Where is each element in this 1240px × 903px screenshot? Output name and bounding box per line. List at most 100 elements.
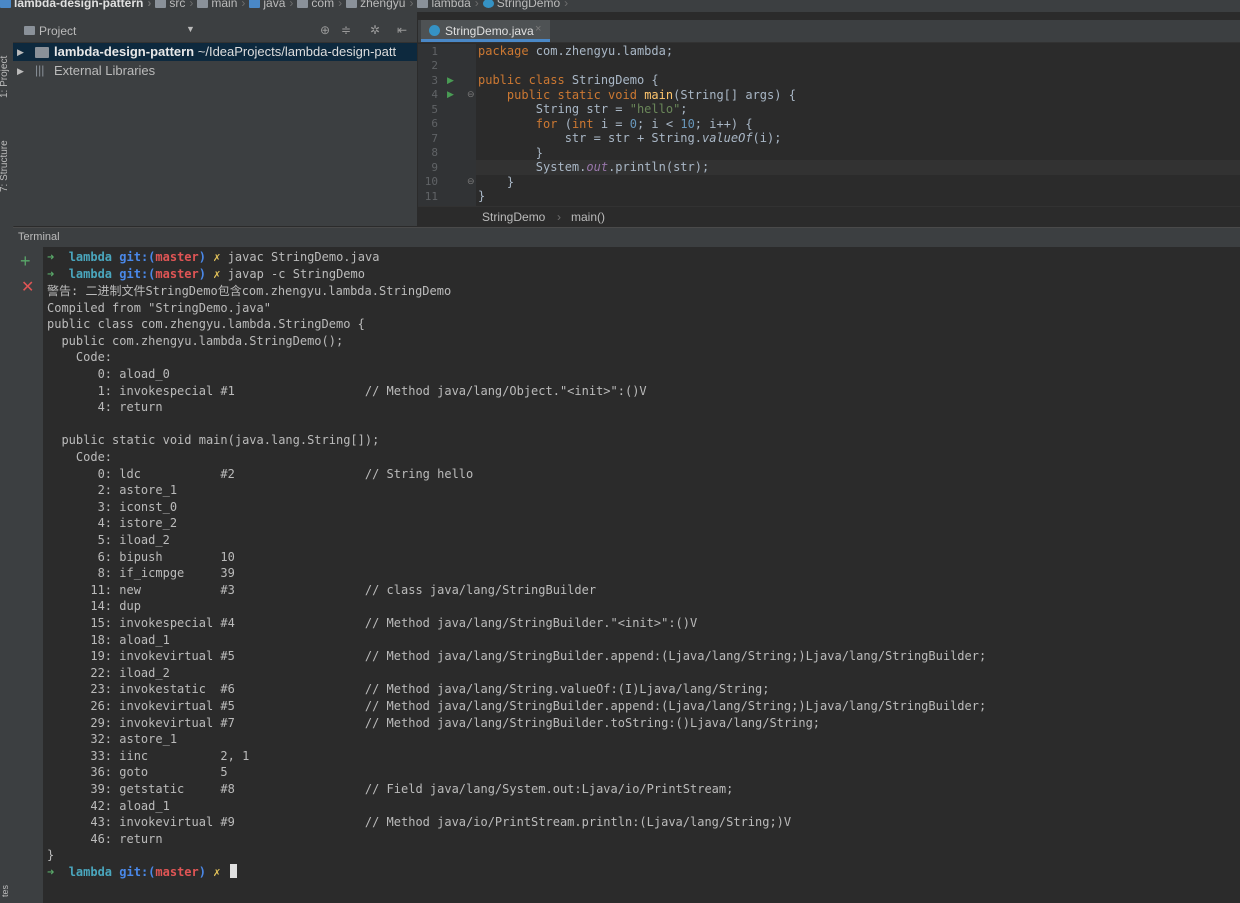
module-icon	[0, 0, 11, 9]
editor-crumb-method[interactable]: main()	[571, 210, 605, 224]
fold-icon[interactable]: ⊖	[467, 176, 475, 187]
breadcrumb-com[interactable]: com ›	[297, 0, 342, 9]
breadcrumb-stringdemo[interactable]: StringDemo ›	[482, 0, 568, 9]
run-icon[interactable]: ▶	[447, 75, 454, 86]
terminal-output-line: 4: istore_2	[47, 516, 178, 530]
code-line: }	[478, 175, 515, 189]
package-icon	[346, 0, 358, 9]
terminal-output-line: 0: aload_0	[47, 367, 170, 381]
chevron-down-icon[interactable]: ▼	[186, 24, 195, 34]
project-panel-header: Project ▼ ⊕ ≑ ✲ ⇤	[13, 20, 417, 43]
terminal-toolbar: + ✕	[13, 247, 43, 903]
terminal-output-line: 29: invokevirtual #7 // Method java/lang…	[47, 716, 821, 730]
terminal-title: Terminal	[18, 231, 60, 243]
expand-arrow-icon[interactable]: ▶	[17, 62, 24, 80]
terminal-output-line: 42: aload_1	[47, 799, 170, 813]
terminal-output-line: Code:	[47, 450, 113, 464]
project-panel: Project ▼ ⊕ ≑ ✲ ⇤ ▶ lambda-design-patter…	[13, 12, 417, 226]
code-line: package com.zhengyu.lambda;	[478, 44, 674, 58]
class-icon	[429, 25, 440, 36]
project-path: ~/IdeaProjects/lambda-design-patt	[197, 44, 397, 59]
breadcrumb-lambda[interactable]: lambda ›	[417, 0, 479, 9]
new-session-icon[interactable]: +	[20, 251, 31, 272]
terminal-output-line: 22: iload_2	[47, 666, 170, 680]
package-icon	[297, 0, 309, 9]
terminal-output[interactable]: ➜ lambda git:(master) ✗ javac StringDemo…	[43, 247, 1240, 903]
terminal-output-line: 33: iinc 2, 1	[47, 749, 250, 763]
folder-icon	[197, 0, 209, 9]
code-line: String str = "hello";	[478, 102, 688, 116]
editor-tab-bar: StringDemo.java ×	[418, 20, 1240, 43]
terminal-output-line: 23: invokestatic #6 // Method java/lang/…	[47, 682, 770, 696]
class-icon	[482, 0, 494, 9]
terminal-output-line: 19: invokevirtual #5 // Method java/lang…	[47, 649, 987, 663]
terminal-output-line: public class com.zhengyu.lambda.StringDe…	[47, 317, 365, 331]
gear-icon[interactable]: ✲	[370, 23, 380, 37]
terminal-output-line: Compiled from "StringDemo.java"	[47, 301, 271, 315]
terminal-output-line: public com.zhengyu.lambda.StringDemo();	[47, 334, 344, 348]
run-icon[interactable]: ▶	[447, 89, 454, 100]
left-tool-stripe: 1: Project 7: Structure	[0, 12, 14, 903]
terminal-command-line: ➜ lambda git:(master) ✗ javap -c StringD…	[47, 267, 365, 281]
fold-icon[interactable]: ⊖	[467, 89, 475, 100]
structure-tool-button[interactable]: 7: Structure	[0, 112, 13, 192]
terminal-output-line: 3: iconst_0	[47, 500, 178, 514]
terminal-output-line: Code:	[47, 350, 113, 364]
breadcrumb-main[interactable]: main ›	[197, 0, 245, 9]
terminal-output-line: 警告: 二进制文件StringDemo包含com.zhengyu.lambda.…	[47, 284, 452, 298]
terminal-cursor	[229, 864, 237, 878]
terminal-output-line: 46: return	[47, 832, 163, 846]
navigation-breadcrumb: lambda-design-pattern › src › main › java › com ›…	[0, 0, 1240, 12]
hide-panel-icon[interactable]: ⇤	[397, 23, 407, 37]
breadcrumb-project[interactable]: lambda-design-pattern ›	[0, 0, 151, 9]
terminal-output-line: 4: return	[47, 400, 163, 414]
terminal-prompt-line[interactable]: ➜ lambda git:(master) ✗	[47, 864, 237, 880]
code-editor: StringDemo.java × 1 2 3 4 5 6 7 8 9 10 1…	[418, 12, 1240, 227]
tree-item-project-root[interactable]: ▶ lambda-design-pattern ~/IdeaProjects/l…	[13, 43, 417, 61]
breadcrumb-zhengyu[interactable]: zhengyu ›	[346, 0, 413, 9]
source-folder-icon	[249, 0, 261, 9]
folder-icon	[24, 26, 35, 35]
package-icon	[417, 0, 429, 9]
breadcrumb-src[interactable]: src ›	[155, 0, 193, 9]
code-line: System.out.println(str);	[478, 160, 710, 174]
editor-breadcrumb: StringDemo › main()	[418, 206, 1240, 227]
code-line: for (int i = 0; i < 10; i++) {	[535, 117, 753, 131]
terminal-output-line: 43: invokevirtual #9 // Method java/io/P…	[47, 815, 792, 829]
terminal-output-line: 26: invokevirtual #5 // Method java/lang…	[47, 699, 987, 713]
tab-stringdemo-java[interactable]: StringDemo.java ×	[421, 20, 550, 42]
terminal-output-line: 8: if_icmpge 39	[47, 566, 235, 580]
terminal-output-line: 11: new #3 // class java/lang/StringBuil…	[47, 583, 597, 597]
editor-gutter: 1 2 3 4 5 6 7 8 9 10 11 ▶ ▶ ⊖ ⊖	[418, 44, 476, 206]
code-line: public class StringDemo {	[478, 73, 659, 87]
locate-icon[interactable]: ⊕	[320, 23, 330, 37]
terminal-output-line: 5: iload_2	[47, 533, 170, 547]
expand-arrow-icon[interactable]: ▶	[17, 43, 24, 61]
breadcrumb-java[interactable]: java ›	[249, 0, 293, 9]
terminal-output-line: 0: ldc #2 // String hello	[47, 467, 474, 481]
module-folder-icon	[35, 47, 49, 58]
folder-icon	[155, 0, 167, 9]
editor-crumb-class[interactable]: StringDemo	[482, 210, 545, 224]
terminal-output-line: 39: getstatic #8 // Field java/lang/Syst…	[47, 782, 734, 796]
project-view-selector[interactable]: Project	[39, 24, 76, 38]
terminal-header: Terminal	[13, 227, 1240, 248]
tree-item-external-libraries[interactable]: ▶ ||| External Libraries	[13, 62, 417, 80]
terminal-output-line: 18: aload_1	[47, 633, 170, 647]
code-line: public static void main(String[] args) {	[506, 88, 796, 102]
terminal-output-line: 36: goto 5	[47, 765, 228, 779]
terminal-output-line: 2: astore_1	[47, 483, 178, 497]
close-session-icon[interactable]: ✕	[21, 277, 34, 297]
collapse-all-icon[interactable]: ≑	[341, 23, 351, 37]
close-icon[interactable]: ×	[535, 23, 541, 35]
code-line: str = str + String.valueOf(i);	[478, 131, 782, 145]
library-icon: |||	[35, 63, 45, 77]
terminal-output-line: 6: bipush 10	[47, 550, 235, 564]
project-name: lambda-design-pattern	[54, 44, 195, 59]
terminal-command-line: ➜ lambda git:(master) ✗ javac StringDemo…	[47, 250, 380, 264]
terminal-output-line: 15: invokespecial #4 // Method java/lang…	[47, 616, 698, 630]
project-tool-button[interactable]: 1: Project	[0, 26, 13, 98]
terminal-output-line: 14: dup	[47, 599, 141, 613]
bottom-tool-button[interactable]: tes	[0, 885, 13, 897]
terminal-output-line: 1: invokespecial #1 // Method java/lang/…	[47, 384, 647, 398]
